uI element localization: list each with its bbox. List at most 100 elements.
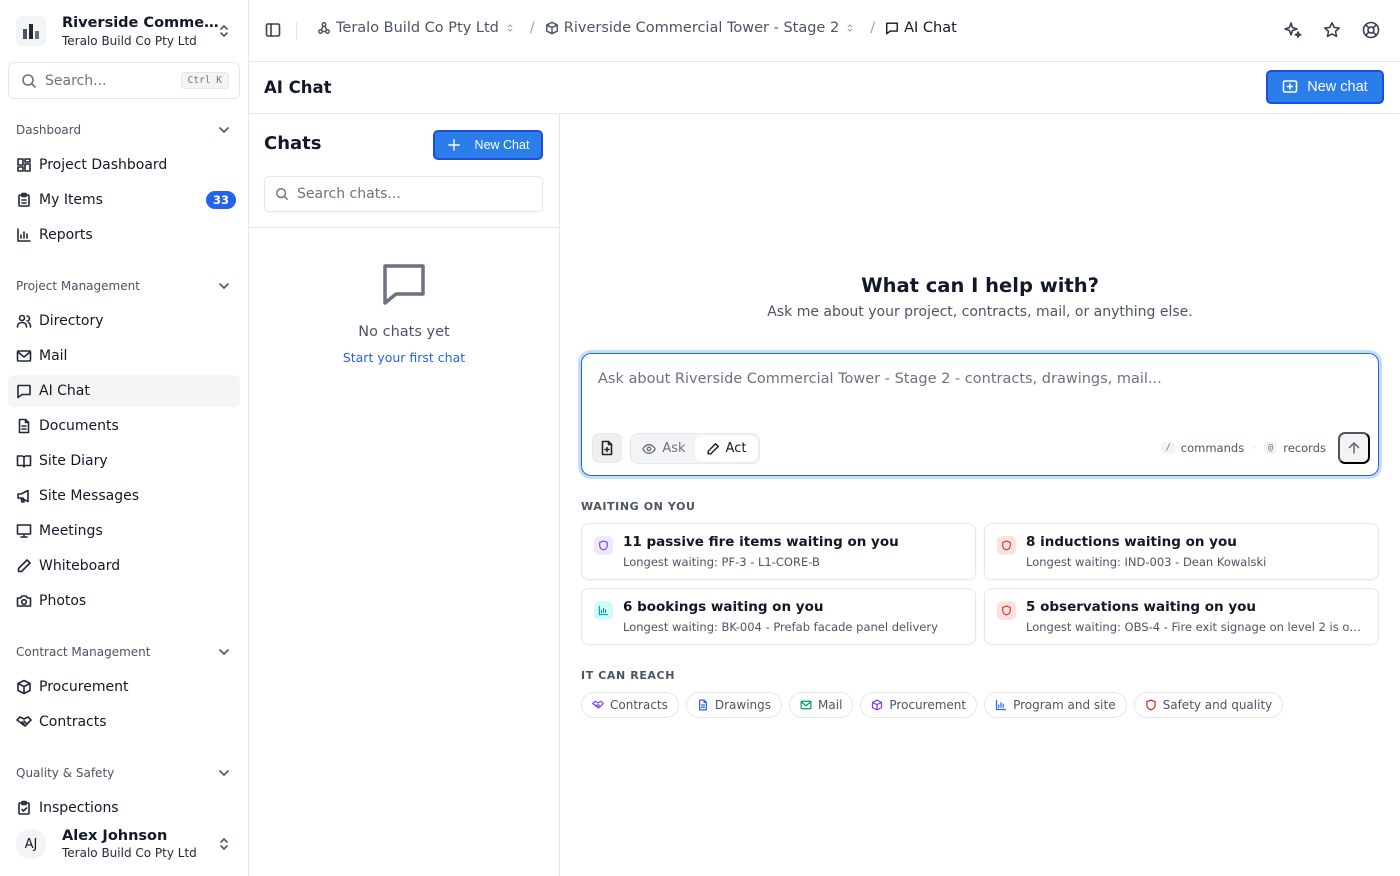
reach-chip-contracts[interactable]: Contracts bbox=[581, 692, 679, 718]
search-placeholder: Search... bbox=[45, 72, 107, 89]
sidebar-item-directory[interactable]: Directory bbox=[8, 305, 240, 337]
count-badge: 33 bbox=[205, 191, 236, 209]
global-search[interactable]: Search... Ctrl K bbox=[8, 62, 240, 99]
sidebar-item-project-dashboard[interactable]: Project Dashboard bbox=[8, 149, 240, 181]
sidebar-item-whiteboard[interactable]: Whiteboard bbox=[8, 550, 240, 582]
sidebar-item-label: Contracts bbox=[39, 714, 107, 730]
breadcrumb-separator: / bbox=[870, 20, 876, 36]
section-header-project-management[interactable]: Project Management bbox=[8, 270, 240, 302]
network-icon bbox=[318, 22, 330, 34]
sidebar-toggle-icon[interactable] bbox=[265, 22, 281, 38]
project-switcher[interactable]: Riverside Commercial Tower - Stage 2 Ter… bbox=[8, 8, 240, 54]
help-icon[interactable] bbox=[1362, 21, 1380, 39]
chart-icon bbox=[995, 699, 1007, 711]
nav-section-quality-safety: Quality & Safety Inspections bbox=[8, 757, 240, 824]
breadcrumb-org-label: Teralo Build Co Pty Ltd bbox=[336, 20, 499, 36]
star-icon[interactable] bbox=[1323, 21, 1341, 39]
sidebar-item-label: Meetings bbox=[39, 523, 103, 539]
reach-chip-safety-quality[interactable]: Safety and quality bbox=[1133, 692, 1284, 718]
reach-chip-program-site[interactable]: Program and site bbox=[984, 692, 1127, 718]
chart-icon bbox=[594, 601, 613, 620]
nav-section-contract-management: Contract Management Procurement Contract… bbox=[8, 636, 240, 738]
reach-chip-mail[interactable]: Mail bbox=[789, 692, 854, 718]
new-chat-label: New Chat bbox=[474, 138, 530, 152]
new-chat-button[interactable]: New Chat bbox=[433, 130, 543, 160]
search-icon bbox=[22, 73, 36, 88]
mode-act-label: Act bbox=[725, 441, 747, 456]
mode-ask-button[interactable]: Ask bbox=[633, 436, 695, 461]
search-icon bbox=[276, 188, 288, 200]
sidebar-item-photos[interactable]: Photos bbox=[8, 585, 240, 617]
chat-search-input[interactable]: Search chats... bbox=[264, 176, 543, 212]
users-icon bbox=[16, 314, 32, 328]
chevron-up-down-icon bbox=[216, 23, 232, 39]
chat-search-placeholder: Search chats... bbox=[297, 186, 401, 202]
sidebar-item-label: Site Diary bbox=[39, 453, 108, 469]
breadcrumb-org[interactable]: Teralo Build Co Pty Ltd bbox=[317, 20, 520, 36]
plus-icon bbox=[447, 139, 460, 151]
waiting-card-bookings[interactable]: 6 bookings waiting on you Longest waitin… bbox=[581, 588, 976, 645]
document-icon bbox=[18, 418, 30, 434]
sidebar-item-my-items[interactable]: My Items 33 bbox=[8, 184, 240, 216]
waiting-card-passive-fire[interactable]: 11 passive fire items waiting on you Lon… bbox=[581, 523, 976, 580]
card-title: 6 bookings waiting on you bbox=[623, 599, 824, 615]
document-icon bbox=[698, 699, 707, 711]
composer-hints: / commands · @ records bbox=[1161, 441, 1326, 455]
section-header-quality-safety[interactable]: Quality & Safety bbox=[8, 757, 240, 789]
chip-label: Mail bbox=[818, 698, 843, 712]
shield-icon bbox=[997, 536, 1016, 555]
card-subtitle: Longest waiting: BK-004 - Prefab facade … bbox=[623, 620, 938, 634]
waiting-card-observations[interactable]: 5 observations waiting on you Longest wa… bbox=[984, 588, 1379, 645]
attach-file-button[interactable] bbox=[592, 433, 622, 463]
reach-chip-procurement[interactable]: Procurement bbox=[860, 692, 978, 718]
sidebar-item-label: Procurement bbox=[39, 679, 129, 695]
sidebar-item-procurement[interactable]: Procurement bbox=[8, 671, 240, 703]
page-title: AI Chat bbox=[264, 78, 332, 97]
chevron-up-down-icon bbox=[216, 836, 232, 852]
search-shortcut: Ctrl K bbox=[180, 72, 229, 89]
pen-icon bbox=[17, 559, 31, 573]
commands-hint: commands bbox=[1180, 441, 1245, 455]
breadcrumb-project[interactable]: Riverside Commercial Tower - Stage 2 bbox=[545, 20, 860, 36]
chip-label: Procurement bbox=[889, 698, 967, 712]
composer-input[interactable]: Ask about Riverside Commercial Tower - S… bbox=[598, 371, 1162, 387]
sidebar-item-label: Site Messages bbox=[39, 488, 139, 504]
sidebar-item-site-diary[interactable]: Site Diary bbox=[8, 445, 240, 477]
sidebar-item-documents[interactable]: Documents bbox=[8, 410, 240, 442]
chevron-down-icon bbox=[219, 649, 229, 655]
sidebar-item-meetings[interactable]: Meetings bbox=[8, 515, 240, 547]
sparkles-icon[interactable] bbox=[1284, 21, 1302, 39]
chats-title: Chats bbox=[264, 133, 322, 154]
section-header-contract-management[interactable]: Contract Management bbox=[8, 636, 240, 668]
start-first-chat-link[interactable]: Start your first chat bbox=[343, 350, 465, 365]
section-title: Contract Management bbox=[16, 645, 151, 659]
avatar: AJ bbox=[16, 829, 46, 859]
sidebar-item-reports[interactable]: Reports bbox=[8, 219, 240, 251]
mail-icon bbox=[800, 700, 812, 710]
sidebar-item-ai-chat[interactable]: AI Chat bbox=[8, 375, 240, 407]
chat-main: What can I help with? Ask me about your … bbox=[560, 114, 1400, 876]
card-subtitle: Longest waiting: PF-3 - L1-CORE-B bbox=[623, 555, 820, 569]
sidebar-item-mail[interactable]: Mail bbox=[8, 340, 240, 372]
user-menu[interactable]: AJ Alex Johnson Teralo Build Co Pty Ltd bbox=[8, 820, 240, 868]
chip-label: Drawings bbox=[714, 698, 772, 712]
breadcrumb-project-label: Riverside Commercial Tower - Stage 2 bbox=[563, 20, 840, 36]
send-button[interactable] bbox=[1338, 432, 1370, 464]
clipboard-check-icon bbox=[18, 800, 30, 815]
breadcrumb-page-label: AI Chat bbox=[904, 20, 957, 36]
sidebar-item-contracts[interactable]: Contracts bbox=[8, 706, 240, 738]
eye-icon bbox=[642, 443, 657, 454]
sidebar-item-site-messages[interactable]: Site Messages bbox=[8, 480, 240, 512]
hint-separator: · bbox=[1252, 441, 1256, 455]
mode-act-button[interactable]: Act bbox=[695, 436, 757, 461]
waiting-card-inductions[interactable]: 8 inductions waiting on you Longest wait… bbox=[984, 523, 1379, 580]
sidebar-item-label: Whiteboard bbox=[39, 558, 121, 574]
reach-chips: Contracts Drawings Mail Procurement Prog… bbox=[581, 692, 1284, 718]
reach-chip-drawings[interactable]: Drawings bbox=[685, 692, 783, 718]
user-org: Teralo Build Co Pty Ltd bbox=[62, 846, 197, 860]
card-subtitle: Longest waiting: OBS-4 - Fire exit signa… bbox=[1026, 620, 1368, 634]
new-chat-header-button[interactable]: New chat bbox=[1266, 70, 1384, 104]
section-header-dashboard[interactable]: Dashboard bbox=[8, 114, 240, 146]
commands-key: / bbox=[1161, 442, 1175, 454]
sidebar-item-label: Project Dashboard bbox=[39, 157, 168, 173]
